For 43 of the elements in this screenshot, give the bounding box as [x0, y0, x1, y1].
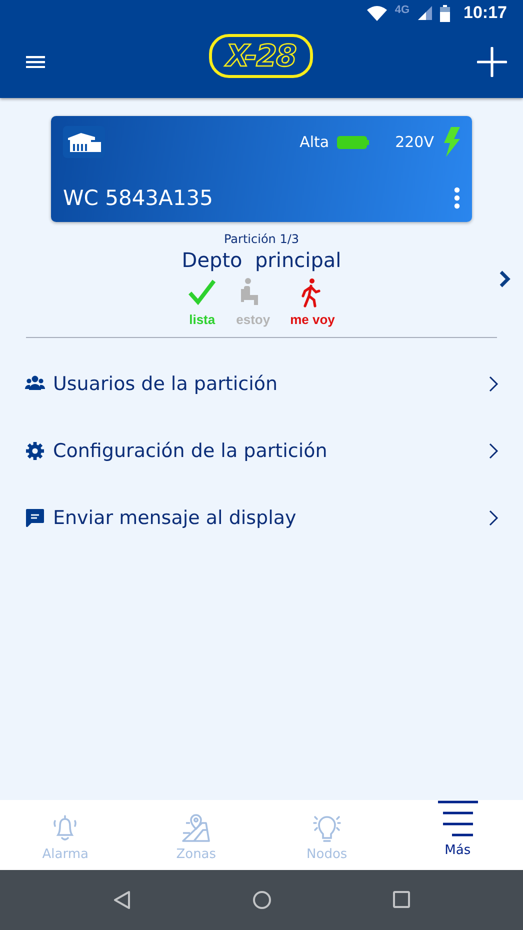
map-pin-icon	[181, 813, 212, 843]
partition-name: Depto principal	[182, 248, 342, 272]
next-button[interactable]	[499, 270, 511, 288]
house-icon	[63, 126, 105, 158]
battery-icon	[337, 136, 370, 148]
menu-item[interactable]: Configuración de la partición	[0, 433, 523, 469]
settings-icon	[25, 441, 45, 461]
network-type: 4G	[394, 4, 410, 16]
chevron-right-icon	[489, 376, 499, 392]
mode-button[interactable]: me voy	[290, 278, 335, 327]
clock: 10:17	[464, 3, 507, 23]
recents-button[interactable]	[392, 891, 410, 909]
check-icon	[188, 278, 216, 308]
home-button[interactable]	[252, 891, 270, 909]
menu-button[interactable]	[26, 56, 45, 68]
wifi-icon	[366, 5, 387, 21]
battery-icon	[440, 4, 450, 22]
back-button[interactable]	[112, 891, 130, 909]
home-icon	[252, 891, 270, 909]
chevron-right-icon	[489, 443, 499, 459]
menu-icon	[438, 800, 478, 837]
chevron-right-icon	[489, 510, 499, 526]
device-card[interactable]: Alta 220V WC 5843A135	[51, 116, 472, 222]
more-icon	[454, 187, 460, 209]
signal-icon	[418, 6, 432, 20]
battery-level: Alta	[300, 133, 330, 151]
more-button[interactable]	[454, 187, 460, 209]
device-name: WC 5843A135	[63, 186, 213, 210]
recents-icon	[392, 891, 410, 909]
menu-item[interactable]: Usuarios de la partición	[0, 366, 523, 402]
message-icon	[25, 508, 45, 528]
partition-counter: Partición 1/3	[224, 232, 300, 246]
lightbulb-icon	[312, 813, 342, 843]
logo: X-28	[209, 34, 313, 78]
add-button[interactable]	[477, 47, 507, 77]
chevron-right-icon	[499, 270, 511, 288]
back-icon	[112, 891, 130, 909]
power-label: 220V	[395, 133, 434, 151]
plus-icon	[477, 47, 507, 77]
menu-item[interactable]: Enviar mensaje al display	[0, 500, 523, 536]
lightning-icon	[442, 127, 460, 157]
nav-tab[interactable]: Más	[392, 800, 523, 870]
menu-icon	[26, 56, 45, 68]
